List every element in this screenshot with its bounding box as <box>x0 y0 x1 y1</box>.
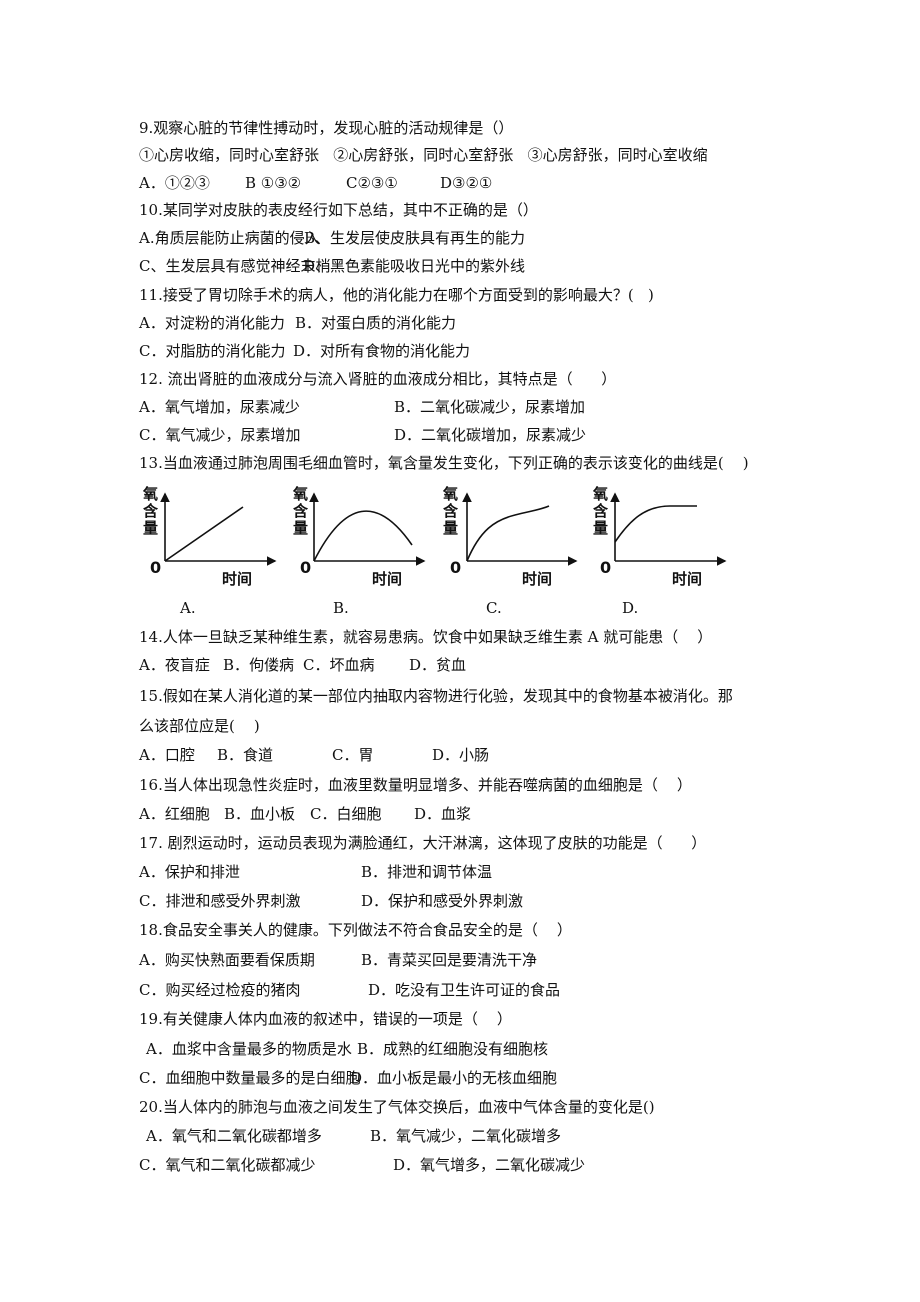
question-16-stem: 16.当人体出现急性炎症时，血液里数量明显增多、并能吞噬病菌的血细胞是（ ） <box>139 776 692 794</box>
question-17-option-a: A．保护和排泄 <box>139 863 240 881</box>
question-20-option-c: C．氧气和二氧化碳都减少 <box>139 1156 316 1174</box>
graph-a-plot <box>160 492 277 566</box>
question-11-option-c: C．对脂肪的消化能力 <box>139 342 286 360</box>
question-18-option-d: D．吃没有卫生许可证的食品 <box>368 981 561 999</box>
question-16-option-d: D．血浆 <box>414 805 472 823</box>
question-9-option-b: B ①③② <box>245 174 302 192</box>
question-14-stem: 14.人体一旦缺乏某种维生素，就容易患病。饮食中如果缺乏维生素 A 就可能患（ … <box>139 628 713 646</box>
question-10-stem: 10.某同学对皮肤的表皮经行如下总结，其中不正确的是（） <box>139 201 538 219</box>
question-18-stem: 18.食品安全事关人的健康。下列做法不符合食品安全的是（ ） <box>139 921 572 939</box>
question-17-option-b: B．排泄和调节体温 <box>361 863 493 881</box>
x-axis-label: 时间 <box>672 570 703 588</box>
question-18-option-a: A．购买快熟面要看保质期 <box>139 951 315 969</box>
origin-label: 0 <box>300 558 312 577</box>
question-11-option-a: A．对淀粉的消化能力 <box>139 314 285 332</box>
question-15-option-a: A．口腔 <box>139 746 195 764</box>
question-20-option-b: B．氧气减少，二氧化碳增多 <box>370 1127 562 1145</box>
question-18-option-b: B．青菜买回是要清洗干净 <box>361 951 538 969</box>
question-11-option-b: B．对蛋白质的消化能力 <box>295 314 457 332</box>
question-9-option-c: C②③① <box>346 174 398 192</box>
question-12-option-d: D．二氧化碳增加，尿素减少 <box>394 426 587 444</box>
curve-linear <box>164 506 244 562</box>
question-19-option-a: A．血浆中含量最多的物质是水 <box>146 1040 352 1058</box>
question-20-option-a: A．氧气和二氧化碳都增多 <box>146 1127 322 1145</box>
graph-b-caption: B. <box>333 599 349 617</box>
graph-d-plot <box>610 492 727 566</box>
y-axis-label: 氧含量 <box>143 485 159 537</box>
question-16-option-a: A．红细胞 <box>139 805 210 823</box>
question-14-option-b: B．佝偻病 <box>223 656 295 674</box>
graph-c: 氧含量 0 时间 <box>440 480 590 595</box>
x-axis-label: 时间 <box>222 570 253 588</box>
question-15-option-d: D．小肠 <box>432 746 490 764</box>
question-12-option-c: C．氧气减少，尿素增加 <box>139 426 301 444</box>
graph-a-caption: A. <box>180 599 196 617</box>
x-axis-label: 时间 <box>372 570 403 588</box>
question-9-sub: ①心房收缩，同时心室舒张 ②心房舒张，同时心室舒张 ③心房舒张，同时心室收缩 <box>139 146 708 164</box>
question-12-option-a: A．氧气增加，尿素减少 <box>139 398 300 416</box>
question-12-stem: 12. 流出肾脏的血液成分与流入肾脏的血液成分相比，其特点是（ ） <box>139 370 617 388</box>
origin-label: 0 <box>600 558 612 577</box>
question-9-option-d: D③②① <box>440 174 493 192</box>
question-20-option-d: D．氧气增多，二氧化碳减少 <box>393 1156 586 1174</box>
graph-b: 氧含量 0 时间 <box>290 480 440 595</box>
question-17-option-c: C．排泄和感受外界刺激 <box>139 892 301 910</box>
question-17-stem: 17. 剧烈运动时，运动员表现为满脸通红，大汗淋漓，这体现了皮肤的功能是（ ） <box>139 834 707 852</box>
question-15-stem-cont: 么该部位应是( ) <box>139 717 260 735</box>
question-14-option-a: A．夜盲症 <box>139 656 210 674</box>
question-11-option-d: D．对所有食物的消化能力 <box>293 342 471 360</box>
graph-a: 氧含量 0 时间 <box>140 480 290 595</box>
question-18-option-c: C．购买经过检疫的猪肉 <box>139 981 301 999</box>
question-19-option-c: C．血细胞中数量最多的是白细胞 <box>139 1069 361 1087</box>
question-15-stem: 15.假如在某人消化道的某一部位内抽取内容物进行化验，发现其中的食物基本被消化。… <box>139 687 733 705</box>
origin-label: 0 <box>150 558 162 577</box>
graph-c-caption: C. <box>486 599 502 617</box>
graph-d: 氧含量 0 时间 <box>590 480 740 595</box>
question-20-stem: 20.当人体内的肺泡与血液之间发生了气体交换后，血液中气体含量的变化是() <box>139 1098 655 1116</box>
graph-b-plot <box>309 492 426 566</box>
y-axis-label: 氧含量 <box>593 485 609 537</box>
graph-c-plot <box>462 492 578 566</box>
origin-label: 0 <box>450 558 462 577</box>
question-10-option-c: C、生发层具有感觉神经末梢 <box>139 257 331 275</box>
question-11-stem: 11.接受了胃切除手术的病人，他的消化能力在哪个方面受到的影响最大？( ) <box>139 286 654 304</box>
question-17-option-d: D．保护和感受外界刺激 <box>361 892 524 910</box>
question-12-option-b: B．二氧化碳减少，尿素增加 <box>394 398 586 416</box>
question-14-option-d: D．贫血 <box>409 656 467 674</box>
question-10-option-a: A.角质层能防止病菌的侵入 <box>139 229 320 247</box>
question-14-option-c: C．坏血病 <box>303 656 375 674</box>
question-9-stem: 9.观察心脏的节律性搏动时，发现心脏的活动规律是（） <box>139 119 514 137</box>
question-16-option-b: B．血小板 <box>224 805 296 823</box>
curve-rise-fall <box>313 510 413 562</box>
curve-nonzero-plateau <box>614 505 697 543</box>
question-10-option-b: B、生发层使皮肤具有再生的能力 <box>304 229 526 247</box>
y-axis-label: 氧含量 <box>293 485 309 537</box>
curve-rapid-rise <box>466 505 550 562</box>
x-axis-label: 时间 <box>522 570 553 588</box>
question-19-option-b: B．成熟的红细胞没有细胞核 <box>357 1040 549 1058</box>
question-13-stem: 13.当血液通过肺泡周围毛细血管时，氧含量发生变化，下列正确的表示该变化的曲线是… <box>139 454 749 472</box>
y-axis-label: 氧含量 <box>443 485 459 537</box>
question-19-stem: 19.有关健康人体内血液的叙述中，错误的一项是（ ） <box>139 1010 512 1028</box>
question-16-option-c: C．白细胞 <box>310 805 382 823</box>
question-19-option-d: D．血小板是最小的无核血细胞 <box>350 1069 558 1087</box>
question-15-option-c: C．胃 <box>332 746 374 764</box>
question-9-option-a: A．①②③ <box>139 174 210 192</box>
question-15-option-b: B．食道 <box>217 746 274 764</box>
graph-d-caption: D. <box>622 599 639 617</box>
question-10-option-d: D、黑色素能吸收日光中的紫外线 <box>303 257 526 275</box>
